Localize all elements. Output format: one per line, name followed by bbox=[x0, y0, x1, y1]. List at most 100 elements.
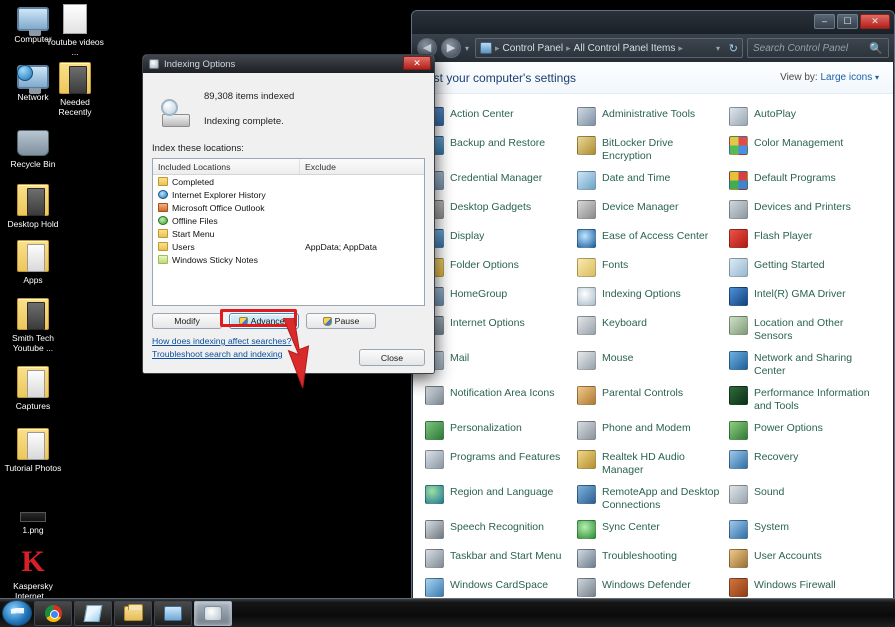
dialog-close-button[interactable]: ✕ bbox=[403, 56, 431, 70]
taskbar-button-chrome[interactable] bbox=[34, 600, 72, 626]
search-icon[interactable]: 🔍 bbox=[869, 42, 883, 55]
maximize-button[interactable]: ☐ bbox=[837, 14, 858, 29]
forward-button[interactable]: ▶ bbox=[441, 38, 461, 58]
control-panel-item-credential-manager[interactable]: Credential Manager bbox=[423, 166, 571, 195]
control-panel-item-label: HomeGroup bbox=[450, 288, 508, 300]
taskbar bbox=[0, 598, 895, 627]
control-panel-item-notification-area-icons[interactable]: Notification Area Icons bbox=[423, 381, 571, 416]
control-panel-item-backup-and-restore[interactable]: Backup and Restore bbox=[423, 131, 571, 166]
view-by-control[interactable]: View by: Large icons ▾ bbox=[780, 72, 879, 83]
close-button[interactable]: Close bbox=[359, 349, 425, 366]
control-panel-item-troubleshooting[interactable]: Troubleshooting bbox=[575, 544, 723, 573]
pause-button[interactable]: Pause bbox=[306, 313, 376, 329]
close-button[interactable]: ✕ bbox=[860, 14, 890, 29]
control-panel-item-phone-and-modem[interactable]: Phone and Modem bbox=[575, 416, 723, 445]
desktop-icon-captures[interactable]: Captures bbox=[2, 366, 64, 411]
control-panel-item-user-accounts[interactable]: User Accounts bbox=[727, 544, 883, 573]
control-panel-item-internet-options[interactable]: Internet Options bbox=[423, 311, 571, 346]
table-row[interactable]: Offline Files bbox=[153, 214, 424, 227]
dialog-titlebar[interactable]: Indexing Options ✕ bbox=[143, 55, 434, 73]
control-panel-item-administrative-tools[interactable]: Administrative Tools bbox=[575, 102, 723, 131]
search-input[interactable] bbox=[753, 42, 871, 54]
control-panel-item-devices-and-printers[interactable]: Devices and Printers bbox=[727, 195, 883, 224]
history-dropdown-icon[interactable]: ▾ bbox=[465, 44, 469, 53]
control-panel-item-ease-of-access-center[interactable]: Ease of Access Center bbox=[575, 224, 723, 253]
control-panel-item-location-and-other-sensors[interactable]: Location and Other Sensors bbox=[727, 311, 883, 346]
control-panel-item-recovery[interactable]: Recovery bbox=[727, 445, 883, 480]
control-panel-item-performance-information-and-tools[interactable]: Performance Information and Tools bbox=[727, 381, 883, 416]
control-panel-item-getting-started[interactable]: Getting Started bbox=[727, 253, 883, 282]
indexing-options-dialog[interactable]: Indexing Options ✕ 89,308 items indexed … bbox=[142, 54, 435, 374]
control-panel-item-autoplay[interactable]: AutoPlay bbox=[727, 102, 883, 131]
table-row[interactable]: Windows Sticky Notes bbox=[153, 253, 424, 266]
desktop-icon-apps[interactable]: Apps bbox=[2, 240, 64, 285]
advanced-button[interactable]: Advanced bbox=[229, 313, 299, 329]
column-header-exclude[interactable]: Exclude bbox=[300, 159, 336, 174]
control-panel-item-personalization[interactable]: Personalization bbox=[423, 416, 571, 445]
desktop-icon-needed-recently[interactable]: Needed Recently bbox=[44, 62, 106, 117]
table-row[interactable]: Internet Explorer History bbox=[153, 188, 424, 201]
control-panel-item-desktop-gadgets[interactable]: Desktop Gadgets bbox=[423, 195, 571, 224]
column-header-included[interactable]: Included Locations bbox=[153, 159, 300, 174]
control-panel-item-network-and-sharing-center[interactable]: Network and Sharing Center bbox=[727, 346, 883, 381]
control-panel-item-programs-and-features[interactable]: Programs and Features bbox=[423, 445, 571, 480]
table-row[interactable]: Completed bbox=[153, 175, 424, 188]
link-how-does-indexing-affect-searches[interactable]: How does indexing affect searches? bbox=[152, 336, 425, 346]
control-panel-item-mail[interactable]: Mail bbox=[423, 346, 571, 381]
control-panel-item-date-and-time[interactable]: Date and Time bbox=[575, 166, 723, 195]
control-panel-item-indexing-options[interactable]: Indexing Options bbox=[575, 282, 723, 311]
control-panel-item-keyboard[interactable]: Keyboard bbox=[575, 311, 723, 346]
desktop-icon-1png[interactable]: 1.png bbox=[2, 494, 64, 535]
control-panel-item-taskbar-and-start-menu[interactable]: Taskbar and Start Menu bbox=[423, 544, 571, 573]
table-row[interactable]: Start Menu bbox=[153, 227, 424, 240]
address-bar[interactable]: ▸ Control Panel ▸ All Control Panel Item… bbox=[475, 38, 743, 58]
desktop-icon-desktop-hold[interactable]: Desktop Hold bbox=[2, 184, 64, 229]
desktop-icon-smith-tech-youtube[interactable]: Smith Tech Youtube ... bbox=[2, 298, 64, 353]
control-panel-item-realtek-hd-audio-manager[interactable]: Realtek HD Audio Manager bbox=[575, 445, 723, 480]
control-panel-item-flash-player[interactable]: Flash Player bbox=[727, 224, 883, 253]
breadcrumb-control-panel[interactable]: Control Panel bbox=[503, 43, 564, 54]
taskbar-button-explorer[interactable] bbox=[114, 600, 152, 626]
address-dropdown-icon[interactable]: ▾ bbox=[716, 44, 720, 53]
breadcrumb-all-items[interactable]: All Control Panel Items bbox=[574, 43, 676, 54]
control-panel-item-power-options[interactable]: Power Options bbox=[727, 416, 883, 445]
search-box[interactable]: 🔍 bbox=[747, 38, 889, 58]
control-panel-item-mouse[interactable]: Mouse bbox=[575, 346, 723, 381]
control-panel-item-remoteapp-and-desktop-connections[interactable]: RemoteApp and Desktop Connections bbox=[575, 480, 723, 515]
chevron-down-icon[interactable]: ▾ bbox=[875, 73, 879, 82]
included-locations-list[interactable]: Included Locations Exclude Completed Inte… bbox=[152, 158, 425, 306]
desktop-icon-recycle-bin[interactable]: Recycle Bin bbox=[2, 126, 64, 169]
control-panel-item-speech-recognition[interactable]: Speech Recognition bbox=[423, 515, 571, 544]
desktop-icon-tutorial-photos[interactable]: Tutorial Photos bbox=[2, 428, 64, 473]
taskbar-button-indexing-options[interactable] bbox=[194, 600, 232, 626]
control-panel-item-bitlocker-drive-encryption[interactable]: BitLocker Drive Encryption bbox=[575, 131, 723, 166]
control-panel-item-region-and-language[interactable]: Region and Language bbox=[423, 480, 571, 515]
control-panel-item-color-management[interactable]: Color Management bbox=[727, 131, 883, 166]
control-panel-item-homegroup[interactable]: HomeGroup bbox=[423, 282, 571, 311]
control-panel-item-action-center[interactable]: Action Center bbox=[423, 102, 571, 131]
desktop-icon-label: Tutorial Photos bbox=[4, 463, 62, 473]
control-panel-titlebar[interactable]: – ☐ ✕ bbox=[412, 11, 894, 34]
control-panel-item-parental-controls[interactable]: Parental Controls bbox=[575, 381, 723, 416]
taskbar-button-control-panel[interactable] bbox=[154, 600, 192, 626]
control-panel-item-intel-r-gma-driver[interactable]: Intel(R) GMA Driver bbox=[727, 282, 883, 311]
table-row[interactable]: Users AppData; AppData bbox=[153, 240, 424, 253]
view-by-value[interactable]: Large icons bbox=[821, 72, 873, 83]
control-panel-item-fonts[interactable]: Fonts bbox=[575, 253, 723, 282]
minimize-button[interactable]: – bbox=[814, 14, 835, 29]
refresh-icon[interactable]: ↻ bbox=[729, 42, 738, 55]
control-panel-item-folder-options[interactable]: Folder Options bbox=[423, 253, 571, 282]
desktop-icon-kaspersky[interactable]: K Kaspersky Internet... bbox=[2, 546, 64, 602]
control-panel-item-sync-center[interactable]: Sync Center bbox=[575, 515, 723, 544]
desktop-icon-youtube-videos[interactable]: Youtube videos ... bbox=[44, 4, 106, 57]
control-panel-item-system[interactable]: System bbox=[727, 515, 883, 544]
table-row[interactable]: Microsoft Office Outlook bbox=[153, 201, 424, 214]
taskbar-button-notes[interactable] bbox=[74, 600, 112, 626]
control-panel-item-display[interactable]: Display bbox=[423, 224, 571, 253]
control-panel-item-sound[interactable]: Sound bbox=[727, 480, 883, 515]
control-panel-item-default-programs[interactable]: Default Programs bbox=[727, 166, 883, 195]
modify-button[interactable]: Modify bbox=[152, 313, 222, 329]
control-panel-item-device-manager[interactable]: Device Manager bbox=[575, 195, 723, 224]
start-button[interactable] bbox=[2, 600, 32, 626]
control-panel-window[interactable]: – ☐ ✕ ◀ ▶ ▾ ▸ Control Panel ▸ All Contro… bbox=[411, 10, 895, 607]
